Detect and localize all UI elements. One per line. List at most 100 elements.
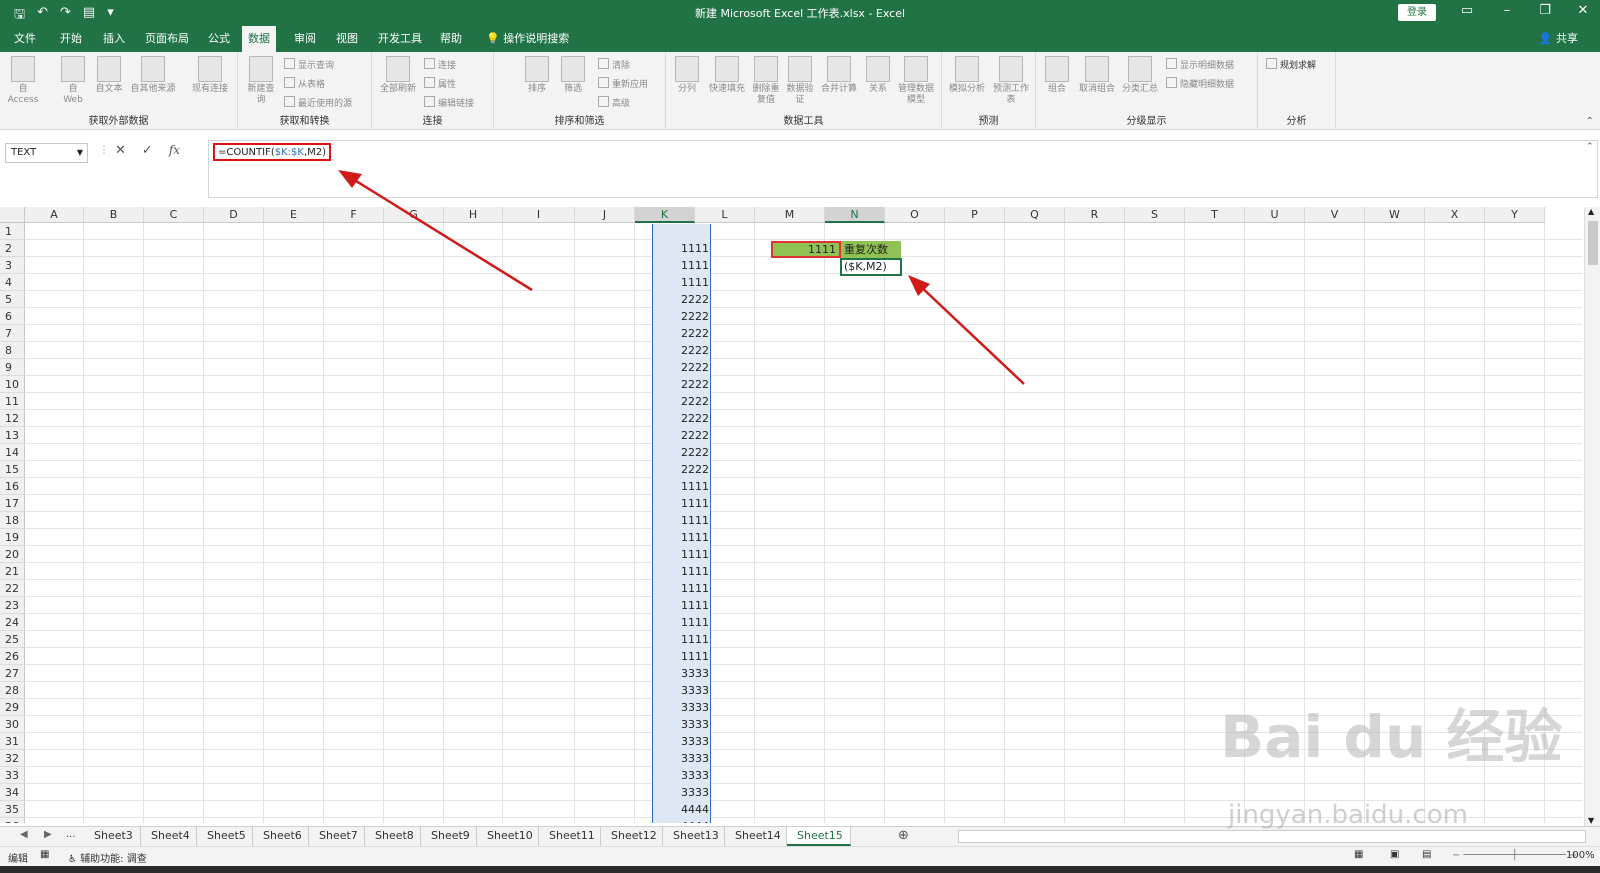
sheet-tab-sheet5[interactable]: Sheet5 <box>197 827 253 846</box>
cell-m2[interactable]: 1111 <box>771 241 841 258</box>
show-queries-button[interactable]: 显示查询 <box>284 58 334 71</box>
manage-data-model-button[interactable]: 管理数据模型 <box>896 56 936 106</box>
cell-k20[interactable]: 1111 <box>652 546 709 563</box>
page-break-view-icon[interactable]: ▤ <box>1422 849 1431 860</box>
flash-fill-button[interactable]: 快速填充 <box>706 56 748 95</box>
column-header-h[interactable]: H <box>444 207 503 223</box>
row-header-24[interactable]: 24 <box>0 614 25 631</box>
column-header-u[interactable]: U <box>1245 207 1305 223</box>
select-all-corner[interactable] <box>0 207 25 223</box>
row-header-28[interactable]: 28 <box>0 682 25 699</box>
cell-k12[interactable]: 2222 <box>652 410 709 427</box>
cell-k28[interactable]: 3333 <box>652 682 709 699</box>
cell-k3[interactable]: 1111 <box>652 257 709 274</box>
cell-k5[interactable]: 2222 <box>652 291 709 308</box>
cell-k26[interactable]: 1111 <box>652 648 709 665</box>
tab-data[interactable]: 数据 <box>242 26 276 52</box>
vertical-scrollbar[interactable]: ▲ ▼ <box>1584 207 1600 827</box>
tab-developer[interactable]: 开发工具 <box>372 26 428 52</box>
row-header-14[interactable]: 14 <box>0 444 25 461</box>
cell-k25[interactable]: 1111 <box>652 631 709 648</box>
column-header-v[interactable]: V <box>1305 207 1365 223</box>
cell-k23[interactable]: 1111 <box>652 597 709 614</box>
cell-n3-active[interactable]: ($K,M2) <box>840 258 902 276</box>
column-header-c[interactable]: C <box>144 207 204 223</box>
cell-k7[interactable]: 2222 <box>652 325 709 342</box>
login-button[interactable]: 登录 <box>1398 4 1436 21</box>
cell-k30[interactable]: 3333 <box>652 716 709 733</box>
cell-k4[interactable]: 1111 <box>652 274 709 291</box>
sheet-tab-sheet12[interactable]: Sheet12 <box>601 827 663 846</box>
row-header-15[interactable]: 15 <box>0 461 25 478</box>
cell-n2[interactable]: 重复次数 <box>841 241 901 258</box>
remove-duplicates-button[interactable]: 删除重复值 <box>750 56 782 106</box>
row-header-20[interactable]: 20 <box>0 546 25 563</box>
row-header-25[interactable]: 25 <box>0 631 25 648</box>
cell-k2[interactable]: 1111 <box>652 240 709 257</box>
tab-view[interactable]: 视图 <box>330 26 364 52</box>
prev-sheet-icon[interactable]: ◀ <box>20 829 28 840</box>
what-if-button[interactable]: 模拟分析 <box>946 56 988 95</box>
new-query-button[interactable]: 新建查询 <box>246 56 276 106</box>
reapply-button[interactable]: 重新应用 <box>598 77 648 90</box>
column-header-n[interactable]: N <box>825 207 885 223</box>
cell-k15[interactable]: 2222 <box>652 461 709 478</box>
cell-k14[interactable]: 2222 <box>652 444 709 461</box>
row-header-9[interactable]: 9 <box>0 359 25 376</box>
collapse-formula-icon[interactable]: ⌃ <box>1586 142 1594 152</box>
cell-k24[interactable]: 1111 <box>652 614 709 631</box>
solver-button[interactable]: 规划求解 <box>1266 58 1316 71</box>
collapse-ribbon-icon[interactable]: ⌃ <box>1586 116 1594 127</box>
restore-icon[interactable]: ❐ <box>1530 3 1560 18</box>
column-header-x[interactable]: X <box>1425 207 1485 223</box>
row-header-34[interactable]: 34 <box>0 784 25 801</box>
row-header-10[interactable]: 10 <box>0 376 25 393</box>
sheet-tab-sheet7[interactable]: Sheet7 <box>309 827 365 846</box>
row-header-35[interactable]: 35 <box>0 801 25 818</box>
sheet-tab-sheet6[interactable]: Sheet6 <box>253 827 309 846</box>
more-sheets-button[interactable]: ... <box>66 829 76 840</box>
row-header-22[interactable]: 22 <box>0 580 25 597</box>
column-header-p[interactable]: P <box>945 207 1005 223</box>
from-web-button[interactable]: 自 Web <box>58 56 88 106</box>
row-header-21[interactable]: 21 <box>0 563 25 580</box>
column-header-f[interactable]: F <box>324 207 384 223</box>
cell-k21[interactable]: 1111 <box>652 563 709 580</box>
row-header-29[interactable]: 29 <box>0 699 25 716</box>
cell-k17[interactable]: 1111 <box>652 495 709 512</box>
insert-function-icon[interactable]: fx <box>169 143 180 158</box>
scroll-up-icon[interactable]: ▲ <box>1588 207 1594 216</box>
cell-k34[interactable]: 3333 <box>652 784 709 801</box>
add-sheet-icon[interactable]: ⊕ <box>898 828 909 843</box>
row-header-23[interactable]: 23 <box>0 597 25 614</box>
sheet-tab-sheet8[interactable]: Sheet8 <box>365 827 421 846</box>
tab-home[interactable]: 开始 <box>54 26 88 52</box>
forecast-sheet-button[interactable]: 预测工作表 <box>992 56 1030 106</box>
column-header-t[interactable]: T <box>1185 207 1245 223</box>
column-header-j[interactable]: J <box>575 207 635 223</box>
cell-k18[interactable]: 1111 <box>652 512 709 529</box>
cell-k35[interactable]: 4444 <box>652 801 709 818</box>
sheet-tab-sheet11[interactable]: Sheet11 <box>539 827 601 846</box>
hide-detail-button[interactable]: 隐藏明细数据 <box>1166 77 1234 90</box>
cell-k11[interactable]: 2222 <box>652 393 709 410</box>
cell-k8[interactable]: 2222 <box>652 342 709 359</box>
sort-button[interactable]: 排序 <box>522 56 552 95</box>
row-header-11[interactable]: 11 <box>0 393 25 410</box>
scroll-thumb[interactable] <box>1588 221 1598 265</box>
row-header-8[interactable]: 8 <box>0 342 25 359</box>
sheet-tab-sheet9[interactable]: Sheet9 <box>421 827 477 846</box>
row-header-19[interactable]: 19 <box>0 529 25 546</box>
column-header-l[interactable]: L <box>695 207 755 223</box>
filter-button[interactable]: 筛选 <box>558 56 588 95</box>
tab-formulas[interactable]: 公式 <box>202 26 236 52</box>
existing-connections-button[interactable]: 现有连接 <box>188 56 232 95</box>
cell-k32[interactable]: 3333 <box>652 750 709 767</box>
cell-k16[interactable]: 1111 <box>652 478 709 495</box>
row-header-7[interactable]: 7 <box>0 325 25 342</box>
column-header-s[interactable]: S <box>1125 207 1185 223</box>
from-other-button[interactable]: 自其他来源 <box>128 56 178 95</box>
cell-k27[interactable]: 3333 <box>652 665 709 682</box>
column-header-g[interactable]: G <box>384 207 444 223</box>
cell-k13[interactable]: 2222 <box>652 427 709 444</box>
